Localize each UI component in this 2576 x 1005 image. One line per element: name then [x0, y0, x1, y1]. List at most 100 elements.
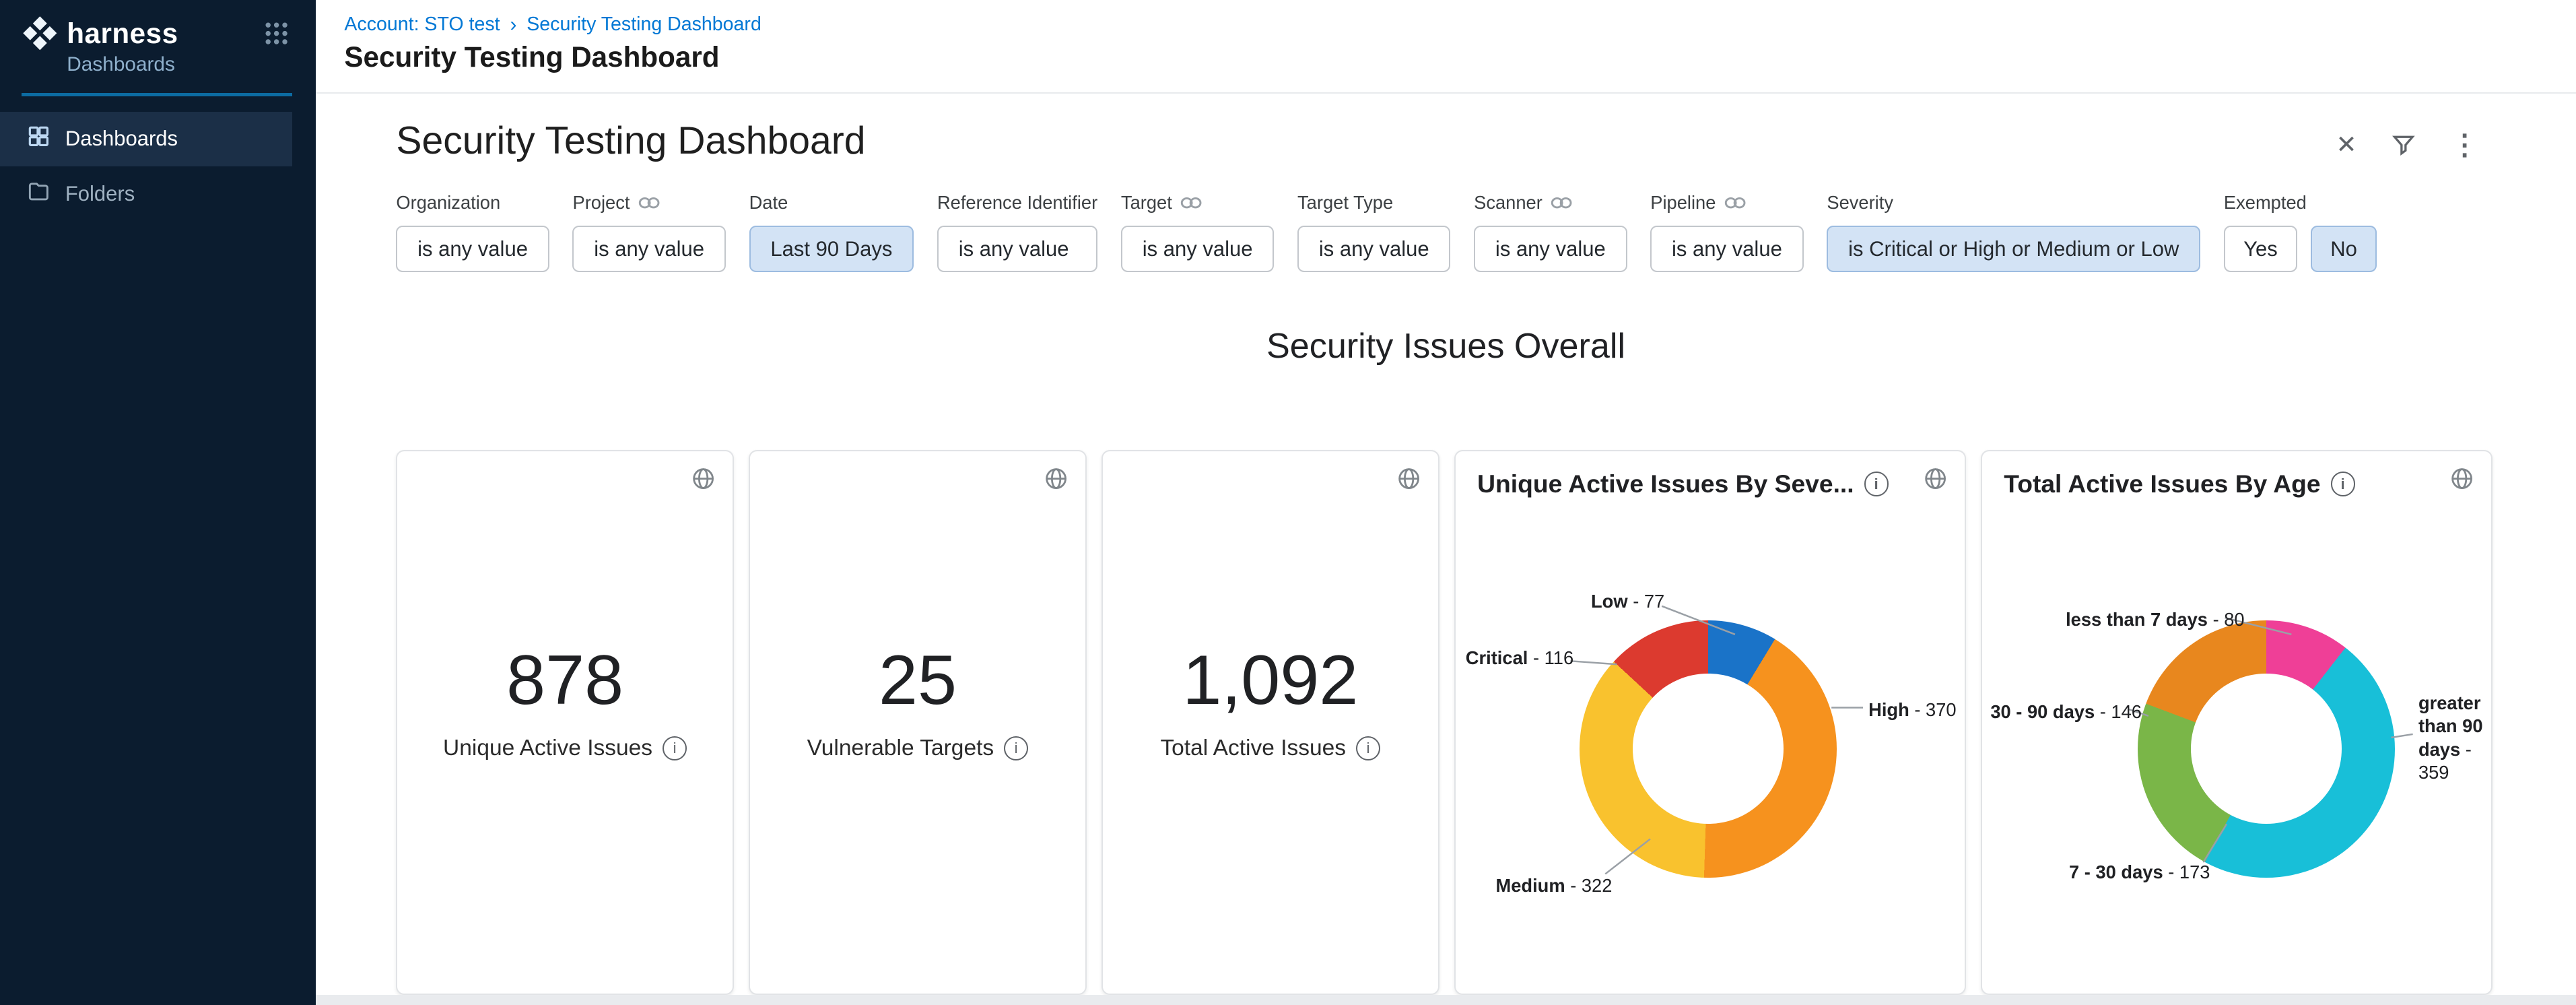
info-icon[interactable]: i: [2331, 472, 2355, 496]
dashboard-title: Security Testing Dashboard: [396, 119, 865, 163]
info-icon[interactable]: i: [1356, 736, 1380, 760]
globe-icon[interactable]: [1923, 466, 1948, 491]
filter-group-target-type: Target Type is any value: [1297, 192, 1450, 272]
folder-icon: [27, 180, 50, 209]
filter-group-organization: Organization is any value: [396, 192, 549, 272]
slice-label-less-than-7-days: less than 7 days - 80: [2066, 608, 2245, 631]
stat-value: 878: [397, 645, 733, 715]
page-title: Security Testing Dashboard: [344, 41, 2575, 73]
slice-label-7-30-days: 7 - 30 days - 173: [2069, 861, 2210, 884]
button-label: No: [2330, 237, 2357, 261]
tiles-row: 878 Unique Active Issues i 25 Vulnerable …: [396, 450, 2492, 995]
main-area: Account: STO test › Security Testing Das…: [316, 0, 2576, 1005]
filter-pipeline[interactable]: is any value: [1650, 226, 1803, 273]
link-icon: [1180, 195, 1202, 210]
stat-label: Unique Active Issues: [443, 736, 652, 761]
tile-vulnerable-targets: 25 Vulnerable Targets i: [749, 450, 1087, 995]
filter-value: is Critical or High or Medium or Low: [1848, 237, 2179, 261]
globe-icon[interactable]: [2449, 466, 2474, 491]
slice-label-medium: Medium - 322: [1495, 874, 1612, 897]
filter-label: Scanner: [1474, 192, 1543, 214]
info-icon[interactable]: i: [1004, 736, 1028, 760]
chevron-right-icon: ›: [510, 13, 516, 36]
filter-label: Reference Identifier: [937, 192, 1097, 214]
filter-value: is any value: [594, 237, 704, 261]
kebab-menu-icon[interactable]: ⋮: [2451, 131, 2479, 159]
filter-label: Exempted: [2224, 192, 2307, 214]
dashboard-panel: Security Testing Dashboard ✕ ⋮ Organizat…: [316, 96, 2576, 1005]
donut-chart-severity[interactable]: [1580, 620, 1837, 878]
sidebar-nav: Dashboards Folders: [0, 112, 316, 222]
stat-value: 25: [750, 645, 1085, 715]
breadcrumb-account-link[interactable]: Account: STO test: [344, 13, 500, 36]
exempted-no-button[interactable]: No: [2311, 226, 2377, 273]
button-label: Yes: [2243, 237, 2278, 261]
filter-reference-identifier[interactable]: is any value: [937, 226, 1097, 273]
filter-group-exempted: Exempted Yes No: [2224, 192, 2377, 272]
info-icon[interactable]: i: [1864, 472, 1889, 496]
filter-label: Severity: [1827, 192, 1893, 214]
exempted-yes-button[interactable]: Yes: [2224, 226, 2297, 273]
dashboard-actions: ✕ ⋮: [2336, 131, 2478, 159]
filter-group-date: Date Last 90 Days: [749, 192, 914, 272]
filter-scanner[interactable]: is any value: [1474, 226, 1627, 273]
filter-value: is any value: [1143, 237, 1253, 261]
donut-chart-age[interactable]: [2138, 620, 2395, 878]
filter-severity[interactable]: is Critical or High or Medium or Low: [1827, 226, 2200, 273]
close-icon[interactable]: ✕: [2336, 132, 2357, 157]
slice-label-30-90-days: 30 - 90 days - 146: [1990, 701, 2142, 723]
filter-organization[interactable]: is any value: [396, 226, 549, 273]
filter-funnel-icon[interactable]: [2390, 131, 2417, 158]
filter-value: is any value: [1672, 237, 1782, 261]
filter-date[interactable]: Last 90 Days: [749, 226, 914, 273]
breadcrumb-page-link[interactable]: Security Testing Dashboard: [527, 13, 761, 36]
tile-total-active-issues-by-age: Total Active Issues By Age i less than 7 …: [1981, 450, 2493, 995]
globe-icon[interactable]: [691, 466, 716, 491]
filter-group-project: Project is any value: [572, 192, 725, 272]
filter-value: is any value: [1495, 237, 1606, 261]
filter-target[interactable]: is any value: [1121, 226, 1274, 273]
filter-label: Date: [749, 192, 788, 214]
breadcrumb: Account: STO test › Security Testing Das…: [344, 0, 2575, 36]
nav-label-folders: Folders: [65, 182, 135, 206]
tile-unique-active-issues-by-severity: Unique Active Issues By Seve...i Low - 7…: [1454, 450, 1966, 995]
link-icon: [1724, 195, 1746, 210]
filter-value: is any value: [959, 237, 1069, 261]
filter-target-type[interactable]: is any value: [1297, 226, 1450, 273]
app-root: harness Dashboards: [0, 0, 2576, 1005]
sidebar-header: harness Dashboards: [0, 0, 316, 96]
slice-label-high: High - 370: [1868, 699, 1956, 721]
filter-label: Target Type: [1297, 192, 1393, 214]
section-title: Security Issues Overall: [396, 326, 2495, 366]
filter-group-reference-identifier: Reference Identifier is any value: [937, 192, 1097, 272]
sidebar-item-folders[interactable]: Folders: [0, 166, 292, 222]
filter-value: Last 90 Days: [770, 237, 892, 261]
brand-name: harness: [67, 18, 178, 50]
filter-group-severity: Severity is Critical or High or Medium o…: [1827, 192, 2200, 272]
info-icon[interactable]: i: [663, 736, 687, 760]
tile-unique-active-issues: 878 Unique Active Issues i: [396, 450, 734, 995]
stat-label: Vulnerable Targets: [807, 736, 994, 761]
harness-logo-icon[interactable]: [22, 15, 59, 52]
filter-group-scanner: Scanner is any value: [1474, 192, 1627, 272]
chart-title: Unique Active Issues By Seve...: [1477, 469, 1854, 498]
filter-value: is any value: [1319, 237, 1429, 261]
chart-title: Total Active Issues By Age: [2004, 469, 2320, 498]
filter-label: Target: [1121, 192, 1172, 214]
bottom-strip: [316, 995, 2576, 1005]
slice-label-critical: Critical - 116: [1466, 647, 1573, 670]
link-icon: [638, 195, 660, 210]
app-grid-icon[interactable]: [261, 18, 292, 49]
filter-bar: Organization is any value Project is any…: [396, 192, 2377, 272]
globe-icon[interactable]: [1044, 466, 1069, 491]
slice-label-greater-than-90-days: greater than 90 days - 359: [2418, 692, 2495, 784]
filter-value: is any value: [417, 237, 528, 261]
stat-value: 1,092: [1103, 645, 1438, 715]
sidebar-item-dashboards[interactable]: Dashboards: [0, 112, 292, 167]
globe-icon[interactable]: [1396, 466, 1421, 491]
sidebar: harness Dashboards: [0, 0, 316, 1005]
filter-group-target: Target is any value: [1121, 192, 1274, 272]
product-name: Dashboards: [67, 53, 292, 76]
tile-total-active-issues: 1,092 Total Active Issuesi: [1101, 450, 1439, 995]
filter-project[interactable]: is any value: [572, 226, 725, 273]
